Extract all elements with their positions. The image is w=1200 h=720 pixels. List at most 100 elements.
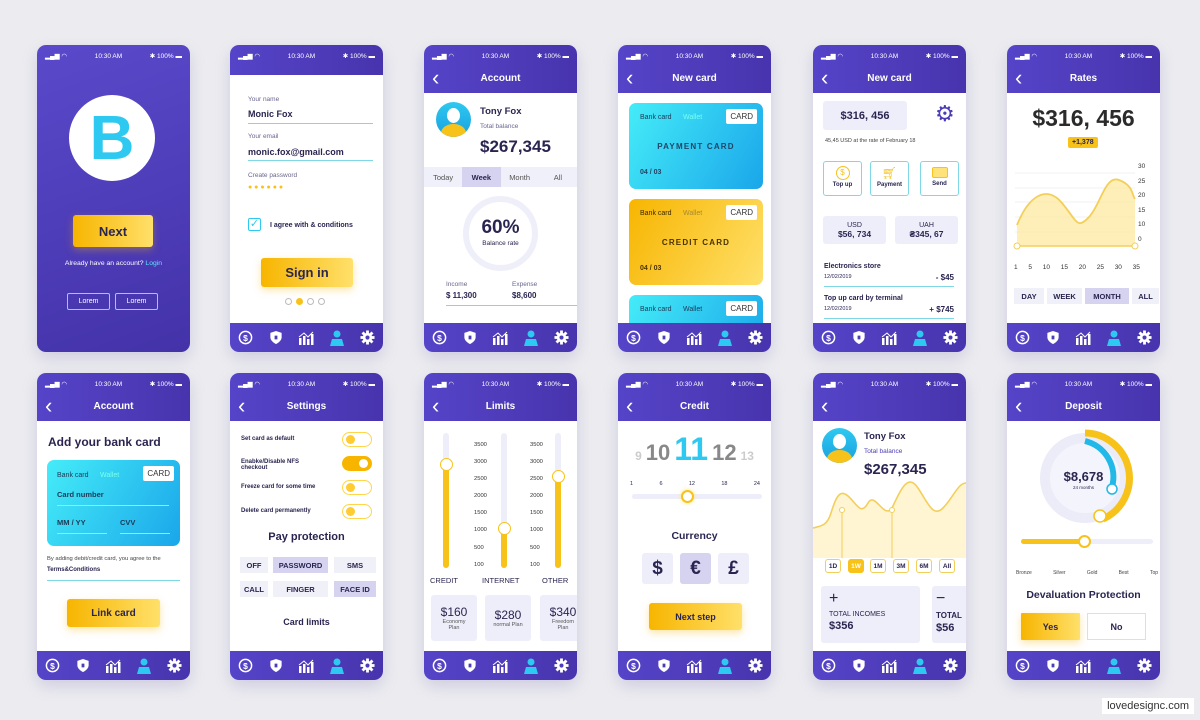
- expiry-input[interactable]: MM / YY: [57, 518, 107, 534]
- email-input[interactable]: monic.fox@gmail.com: [248, 147, 344, 157]
- chart-icon[interactable]: [492, 658, 508, 674]
- range-3m[interactable]: 3M: [893, 559, 909, 573]
- dollar-icon[interactable]: $: [237, 658, 253, 674]
- dollar-icon[interactable]: $: [44, 658, 60, 674]
- bank-card-tab[interactable]: Bank card: [57, 472, 89, 479]
- option-sms[interactable]: SMS: [334, 557, 376, 573]
- login-link[interactable]: Login: [145, 260, 162, 267]
- name-input[interactable]: Monic Fox: [248, 109, 293, 119]
- month-option[interactable]: 9: [635, 449, 642, 463]
- shield-icon[interactable]: [462, 658, 478, 674]
- period-day[interactable]: DAY: [1014, 288, 1044, 304]
- range-1m[interactable]: 1M: [870, 559, 886, 573]
- bank-card-tab[interactable]: Bank card: [640, 306, 672, 313]
- gear-icon[interactable]: [748, 330, 764, 346]
- password-input[interactable]: ● ● ● ● ● ●: [248, 184, 283, 191]
- card-limits-link[interactable]: Card limits: [230, 617, 383, 627]
- no-button[interactable]: No: [1087, 613, 1146, 640]
- chart-icon[interactable]: [298, 330, 314, 346]
- lorem-button-2[interactable]: Lorem: [115, 293, 158, 310]
- tab-all[interactable]: All: [539, 167, 577, 187]
- user-icon[interactable]: [329, 330, 345, 346]
- wallet-tab[interactable]: Wallet: [100, 472, 119, 479]
- gear-icon[interactable]: [360, 330, 376, 346]
- next-button[interactable]: Next: [73, 215, 153, 247]
- dollar-icon[interactable]: $: [431, 330, 447, 346]
- freeze-card-toggle[interactable]: [342, 480, 372, 495]
- range-all[interactable]: All: [939, 559, 955, 573]
- user-icon[interactable]: [1106, 330, 1122, 346]
- yes-button[interactable]: Yes: [1021, 613, 1080, 640]
- chart-icon[interactable]: [298, 658, 314, 674]
- payment-button[interactable]: 🛒︎ Payment: [870, 161, 909, 196]
- month-option[interactable]: 10: [646, 440, 670, 466]
- option-password[interactable]: PASSWORD: [273, 557, 328, 573]
- month-picker[interactable]: 9 10 11 12 13: [618, 431, 771, 468]
- gear-icon[interactable]: [748, 658, 764, 674]
- user-icon[interactable]: [329, 658, 345, 674]
- gear-icon[interactable]: [1137, 330, 1153, 346]
- back-arrow-icon[interactable]: ‹: [821, 393, 828, 419]
- gear-icon[interactable]: [943, 330, 959, 346]
- shield-icon[interactable]: [656, 330, 672, 346]
- gear-icon[interactable]: [554, 330, 570, 346]
- tab-week[interactable]: Week: [462, 167, 501, 187]
- limit-slider-handle[interactable]: [497, 521, 511, 535]
- range-6m[interactable]: 6M: [916, 559, 932, 573]
- dollar-icon[interactable]: $: [625, 330, 641, 346]
- month-option[interactable]: 13: [741, 449, 754, 463]
- terms-link[interactable]: Terms&Conditions: [47, 567, 100, 573]
- month-option[interactable]: 12: [712, 440, 736, 466]
- limit-slider-handle[interactable]: [439, 458, 453, 472]
- plan-card[interactable]: $280 normal Plan: [485, 595, 531, 641]
- period-all[interactable]: ALL: [1132, 288, 1159, 304]
- chart-icon[interactable]: [1075, 330, 1091, 346]
- send-button[interactable]: Send: [920, 161, 959, 196]
- plan-card[interactable]: $340 Freedom Plan: [540, 595, 577, 641]
- level-slider-handle[interactable]: [1078, 535, 1091, 548]
- chart-icon[interactable]: [492, 330, 508, 346]
- plan-card[interactable]: $160 Economy Plan: [431, 595, 477, 641]
- currency-usd[interactable]: $: [642, 553, 673, 584]
- period-month[interactable]: MONTH: [1085, 288, 1129, 304]
- shield-icon[interactable]: [851, 330, 867, 346]
- user-icon[interactable]: [912, 330, 928, 346]
- user-icon[interactable]: [717, 658, 733, 674]
- default-card-toggle[interactable]: [342, 432, 372, 447]
- dollar-icon[interactable]: $: [237, 330, 253, 346]
- month-selected[interactable]: 11: [674, 431, 708, 468]
- payment-card[interactable]: Bank card Wallet CARD PAYMENT CARD 04 / …: [629, 103, 763, 189]
- gear-icon[interactable]: [167, 658, 183, 674]
- credit-card[interactable]: Bank card Wallet CARD CREDIT CARD 04 / 0…: [629, 199, 763, 285]
- month-slider-track[interactable]: [632, 494, 762, 499]
- shield-icon[interactable]: [268, 658, 284, 674]
- range-1d[interactable]: 1D: [825, 559, 841, 573]
- range-1w[interactable]: 1W: [848, 559, 864, 573]
- gear-icon[interactable]: [1137, 658, 1153, 674]
- user-icon[interactable]: [717, 330, 733, 346]
- cvv-input[interactable]: CVV: [120, 518, 170, 534]
- next-step-button[interactable]: Next step: [649, 603, 742, 630]
- user-icon[interactable]: [912, 658, 928, 674]
- limit-slider-handle[interactable]: [551, 470, 565, 484]
- shield-icon[interactable]: [462, 330, 478, 346]
- shield-icon[interactable]: [268, 330, 284, 346]
- dollar-icon[interactable]: $: [820, 658, 836, 674]
- shield-icon[interactable]: [75, 658, 91, 674]
- option-call[interactable]: CALL: [240, 581, 268, 597]
- chart-icon[interactable]: [1075, 658, 1091, 674]
- wallet-tab[interactable]: Wallet: [683, 306, 702, 313]
- lorem-button-1[interactable]: Lorem: [67, 293, 110, 310]
- dollar-icon[interactable]: $: [1014, 330, 1030, 346]
- gear-icon[interactable]: [554, 658, 570, 674]
- gear-icon[interactable]: ⚙: [935, 103, 955, 125]
- nfs-checkout-toggle[interactable]: [342, 456, 372, 471]
- gear-icon[interactable]: [360, 658, 376, 674]
- tab-month[interactable]: Month: [501, 167, 539, 187]
- bank-card-tab[interactable]: Bank card: [640, 210, 672, 217]
- shield-icon[interactable]: [1045, 330, 1061, 346]
- period-week[interactable]: WEEK: [1047, 288, 1082, 304]
- month-slider-handle[interactable]: [681, 490, 694, 503]
- currency-eur[interactable]: €: [680, 553, 711, 584]
- option-face-id[interactable]: FACE ID: [334, 581, 376, 597]
